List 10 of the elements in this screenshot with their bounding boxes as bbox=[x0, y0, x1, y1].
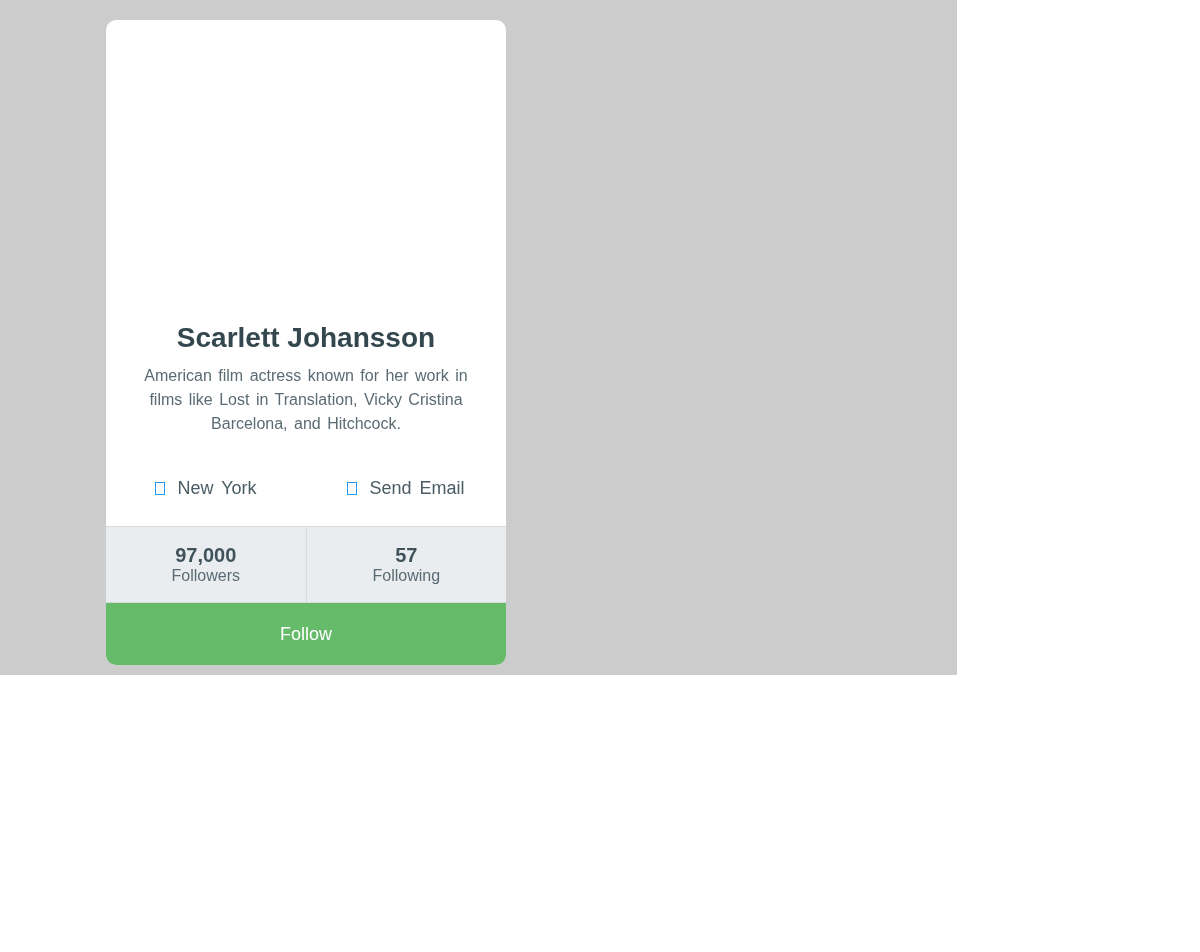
profile-link[interactable]: New York bbox=[177, 477, 257, 499]
placeholder-icon bbox=[347, 481, 358, 495]
stat-label: Followers bbox=[171, 567, 240, 585]
stat-value: 97,000 bbox=[175, 544, 237, 567]
profile-name: Scarlett Johansson bbox=[176, 321, 436, 355]
stat-value: 57 bbox=[395, 544, 418, 567]
placeholder-icon bbox=[155, 481, 166, 495]
profile-bio: American film actress known for her work in films like Lost in Translation, Vicky Cristina Barcelona, and Hitchcock. bbox=[143, 366, 469, 434]
stat-label: Following bbox=[372, 567, 441, 585]
profile-link[interactable]: Send Email bbox=[369, 477, 465, 499]
